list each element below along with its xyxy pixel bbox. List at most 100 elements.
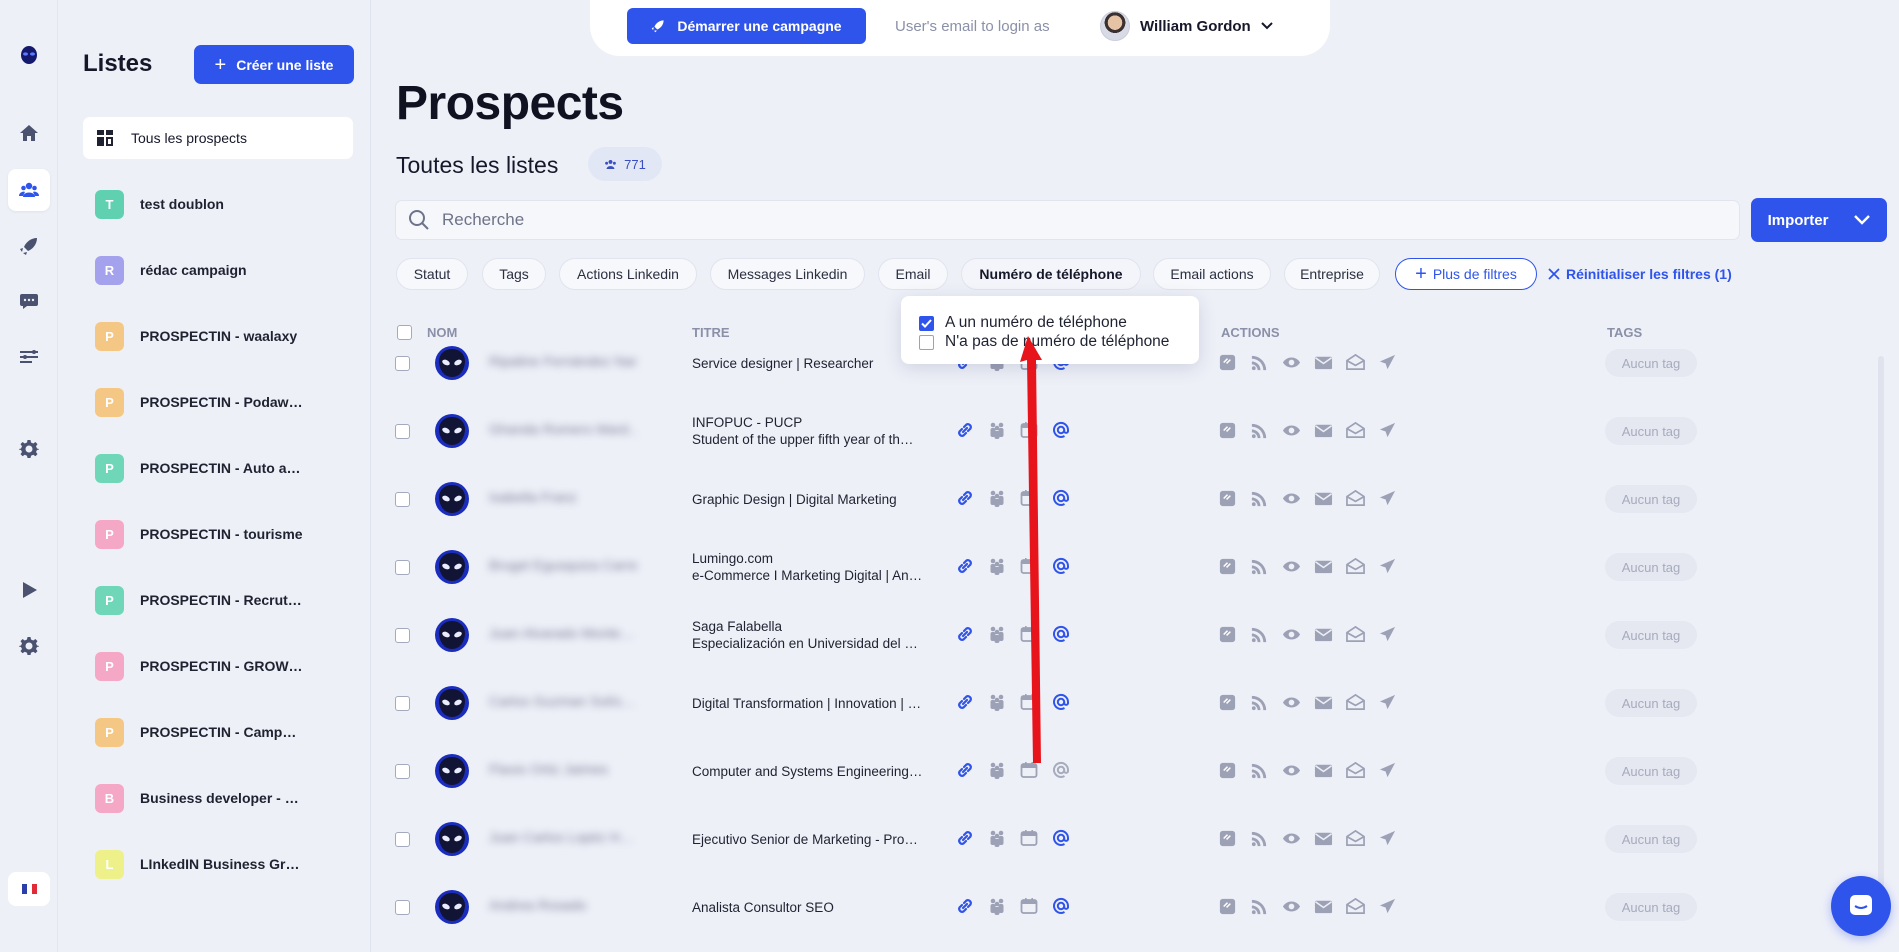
envelope-open-icon[interactable] [1346, 625, 1365, 644]
company-people-icon[interactable] [987, 692, 1007, 712]
link-icon[interactable] [955, 828, 975, 848]
envelope-open-icon[interactable] [1346, 693, 1365, 712]
linkedin-link-icon[interactable] [1218, 489, 1237, 508]
rss-icon[interactable] [1250, 625, 1269, 644]
create-list-button[interactable]: + Créer une liste [194, 45, 354, 84]
filter-email-actions[interactable]: Email actions [1153, 258, 1271, 290]
prospect-name[interactable]: Ghanda Romero Mard… [489, 421, 639, 437]
eye-icon[interactable] [1282, 829, 1301, 848]
sidebar-list-item[interactable]: Rrédac campaign [95, 255, 247, 285]
support-chat-button[interactable] [1831, 876, 1891, 936]
home-icon[interactable] [14, 118, 44, 148]
send-icon[interactable] [1378, 489, 1397, 508]
sidebar-list-item[interactable]: B Business developer - … [95, 783, 299, 813]
user-menu[interactable]: William Gordon [1100, 11, 1273, 41]
envelope-open-icon[interactable] [1346, 557, 1365, 576]
envelope-icon[interactable] [1314, 897, 1333, 916]
calendar-icon[interactable] [1019, 896, 1039, 916]
linkedin-link-icon[interactable] [1218, 829, 1237, 848]
no-phone-checkbox[interactable] [919, 334, 934, 350]
email-at-icon[interactable] [1051, 488, 1071, 508]
sidebar-list-item[interactable]: P PROSPECTIN - Recrut… [95, 585, 302, 615]
prospect-name[interactable]: Andrea Rosado [489, 897, 639, 913]
eye-icon[interactable] [1282, 693, 1301, 712]
sidebar-list-item[interactable]: L LInkedIN Business Gr… [95, 849, 299, 879]
sidebar-list-item[interactable]: P PROSPECTIN - Podaw… [95, 387, 303, 417]
envelope-icon[interactable] [1314, 829, 1333, 848]
no-phone-option[interactable]: N'a pas de numéro de téléphone [919, 333, 1169, 351]
tag-badge[interactable]: Aucun tag [1605, 825, 1697, 853]
eye-icon[interactable] [1282, 489, 1301, 508]
link-icon[interactable] [955, 692, 975, 712]
settings-list-icon[interactable] [14, 342, 44, 372]
filter-tags[interactable]: Tags [482, 258, 546, 290]
tag-badge[interactable]: Aucun tag [1605, 689, 1697, 717]
more-filters-button[interactable]: + Plus de filtres [1395, 258, 1537, 290]
calendar-icon[interactable] [1019, 624, 1039, 644]
table-row[interactable]: Andrea Rosado Analista Consultor SEO Aucun… [395, 874, 1885, 942]
envelope-icon[interactable] [1314, 557, 1333, 576]
email-at-icon[interactable] [1051, 760, 1071, 780]
linkedin-link-icon[interactable] [1218, 557, 1237, 576]
tag-badge[interactable]: Aucun tag [1605, 349, 1697, 377]
rss-icon[interactable] [1250, 829, 1269, 848]
linkedin-link-icon[interactable] [1218, 897, 1237, 916]
envelope-icon[interactable] [1314, 693, 1333, 712]
eye-icon[interactable] [1282, 557, 1301, 576]
rss-icon[interactable] [1250, 421, 1269, 440]
linkedin-link-icon[interactable] [1218, 693, 1237, 712]
sidebar-list-item[interactable]: P PROSPECTIN - Auto a… [95, 453, 301, 483]
row-checkbox[interactable] [395, 764, 410, 779]
envelope-icon[interactable] [1314, 353, 1333, 372]
envelope-icon[interactable] [1314, 421, 1333, 440]
calendar-icon[interactable] [1019, 760, 1039, 780]
users-icon[interactable] [8, 169, 50, 211]
calendar-icon[interactable] [1019, 556, 1039, 576]
envelope-icon[interactable] [1314, 625, 1333, 644]
filter-status[interactable]: Statut [396, 258, 468, 290]
envelope-open-icon[interactable] [1346, 761, 1365, 780]
rss-icon[interactable] [1250, 557, 1269, 576]
play-icon[interactable] [14, 575, 44, 605]
rss-icon[interactable] [1250, 693, 1269, 712]
filter-email[interactable]: Email [878, 258, 948, 290]
send-icon[interactable] [1378, 353, 1397, 372]
filter-linkedin-messages[interactable]: Messages Linkedin [710, 258, 865, 290]
envelope-open-icon[interactable] [1346, 829, 1365, 848]
calendar-icon[interactable] [1019, 828, 1039, 848]
calendar-icon[interactable] [1019, 692, 1039, 712]
table-row[interactable]: Flavio Ortiz Jaimes Computer and Systems … [395, 738, 1885, 806]
sidebar-list-item[interactable]: Ttest doublon [95, 189, 224, 219]
french-flag-icon[interactable] [8, 872, 50, 906]
rss-icon[interactable] [1250, 897, 1269, 916]
table-row[interactable]: Juan Carlos Lopéz H… Ejecutivo Senior de … [395, 806, 1885, 874]
login-as-input[interactable]: User's email to login as [895, 18, 1050, 35]
row-checkbox[interactable] [395, 832, 410, 847]
email-at-icon[interactable] [1051, 420, 1071, 440]
start-campaign-button[interactable]: Démarrer une campagne [627, 8, 866, 44]
send-icon[interactable] [1378, 829, 1397, 848]
tag-badge[interactable]: Aucun tag [1605, 893, 1697, 921]
tag-badge[interactable]: Aucun tag [1605, 485, 1697, 513]
link-icon[interactable] [955, 624, 975, 644]
envelope-open-icon[interactable] [1346, 897, 1365, 916]
company-people-icon[interactable] [987, 420, 1007, 440]
sidebar-list-item[interactable]: P PROSPECTIN - GROW… [95, 651, 303, 681]
eye-icon[interactable] [1282, 761, 1301, 780]
row-checkbox[interactable] [395, 356, 410, 371]
send-icon[interactable] [1378, 625, 1397, 644]
table-row[interactable]: Ghanda Romero Mard… INFOPUC - PUCP Student… [395, 398, 1885, 466]
has-phone-checkbox[interactable] [919, 315, 934, 331]
sidebar-list-item[interactable]: P PROSPECTIN - waalaxy [95, 321, 297, 351]
table-row[interactable]: Juan Alvarado Monte… Saga Falabella Especi… [395, 602, 1885, 670]
eye-icon[interactable] [1282, 421, 1301, 440]
envelope-open-icon[interactable] [1346, 421, 1365, 440]
eye-icon[interactable] [1282, 897, 1301, 916]
send-icon[interactable] [1378, 693, 1397, 712]
prospect-name[interactable]: Brugel Egusquiza Carre… [489, 557, 639, 573]
tag-badge[interactable]: Aucun tag [1605, 621, 1697, 649]
tag-badge[interactable]: Aucun tag [1605, 757, 1697, 785]
linkedin-link-icon[interactable] [1218, 353, 1237, 372]
link-icon[interactable] [955, 896, 975, 916]
company-people-icon[interactable] [987, 488, 1007, 508]
